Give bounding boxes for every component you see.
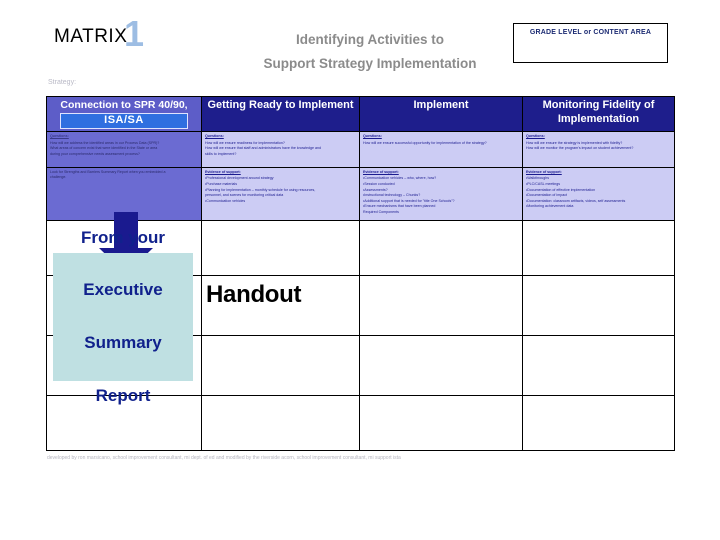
matrix-blank-cell[interactable] xyxy=(359,394,523,451)
questions-heading-4: Questions: xyxy=(526,133,545,138)
matrix-blank-cell[interactable] xyxy=(522,219,675,276)
matrix-word-label: MATRIX xyxy=(54,26,128,47)
callout-line-3: Summary xyxy=(84,333,162,353)
questions-heading-3: Questions: xyxy=(363,133,382,138)
evidence-line: •Communication vehicles xyxy=(205,198,246,203)
evidence-line: challenge. xyxy=(50,175,67,180)
footer-credit: developed by ron marsicano, school impro… xyxy=(47,455,401,461)
matrix-blank-cell[interactable] xyxy=(359,274,523,336)
matrix-header-4-line1: Monitoring Fidelity of xyxy=(542,99,655,111)
matrix-header-2-line1: Getting Ready to Implement xyxy=(207,99,354,111)
matrix-blank-cell[interactable] xyxy=(201,394,360,451)
matrix-header-cell-2: Getting Ready to Implement xyxy=(201,96,360,132)
matrix-blank-cell[interactable] xyxy=(359,334,523,396)
matrix-blank-cell[interactable] xyxy=(201,219,360,276)
questions-cell-3: Questions: How will we ensure successful… xyxy=(359,130,523,168)
evidence-line: •Monitoring achievement data xyxy=(526,204,574,209)
page-title-line2: Support Strategy Implementation xyxy=(263,55,477,71)
evidence-cell-3: Evidence of support: •Communication vehi… xyxy=(359,166,523,221)
matrix-blank-cell[interactable] xyxy=(359,219,523,276)
matrix-header-cell-4: Monitoring Fidelity of Implementation xyxy=(522,96,675,132)
matrix-blank-cell[interactable] xyxy=(522,274,675,336)
executive-summary-callout-text: From your Executive Summary Report xyxy=(81,225,165,409)
page-title: Identifying Activities to Support Strate… xyxy=(200,28,540,75)
isa-sa-chip: ISA/SA xyxy=(60,113,188,129)
matrix-header-4-line2: Implementation xyxy=(557,112,640,125)
evidence-heading-4: Evidence of support: xyxy=(526,169,562,174)
matrix-header-3-line1: Implement xyxy=(413,99,469,111)
questions-cell-4: Questions: How will we ensure the strate… xyxy=(522,130,675,168)
questions-cell-1: Questions: How will we address the ident… xyxy=(46,130,202,168)
questions-heading-1: Questions: xyxy=(50,133,69,138)
matrix-questions-row: Questions: How will we address the ident… xyxy=(46,130,675,168)
callout-line-2: Executive xyxy=(83,280,163,300)
grade-level-box[interactable]: GRADE LEVEL or CONTENT AREA xyxy=(513,23,668,63)
matrix-blank-cell[interactable] xyxy=(522,334,675,396)
executive-summary-callout: From your Executive Summary Report xyxy=(53,228,193,405)
questions-cell-2: Questions: How will we ensure readiness … xyxy=(201,130,360,168)
matrix-header-1-line1: Connection to SPR 40/90, xyxy=(60,99,188,111)
matrix-header-cell-3: Implement xyxy=(359,96,523,132)
matrix-header-row: Connection to SPR 40/90, ISA/SA Getting … xyxy=(46,96,675,132)
evidence-heading-2: Evidence of support: xyxy=(205,169,241,174)
questions-line: How will we monitor the program's impact… xyxy=(526,146,634,151)
evidence-heading-3: Evidence of support: xyxy=(363,169,399,174)
matrix-blank-cell[interactable] xyxy=(201,334,360,396)
slide-canvas: MATRIX 1 Identifying Activities to Suppo… xyxy=(0,0,720,540)
callout-line-1: From your xyxy=(80,227,166,247)
evidence-line: Required Components xyxy=(363,209,399,214)
questions-heading-2: Questions: xyxy=(205,133,224,138)
questions-line: during your comprehensive needs assessme… xyxy=(50,152,140,157)
matrix-header-cell-1: Connection to SPR 40/90, ISA/SA xyxy=(46,96,202,132)
handout-label: Handout xyxy=(206,281,302,308)
questions-line: skills to implement? xyxy=(205,152,237,157)
page-title-line1: Identifying Activities to xyxy=(295,32,444,47)
grade-level-label: GRADE LEVEL or CONTENT AREA xyxy=(529,29,652,36)
strategy-label: Strategy: xyxy=(48,79,77,86)
evidence-cell-2: Evidence of support: •Professional devel… xyxy=(201,166,360,221)
matrix-number-label: 1 xyxy=(124,13,145,54)
evidence-cell-4: Evidence of support: •Walkthroughs •PLC/… xyxy=(522,166,675,221)
questions-line: How will we ensure successful opportunit… xyxy=(363,140,487,145)
callout-line-4: Report xyxy=(95,385,151,405)
matrix-blank-cell[interactable] xyxy=(522,394,675,451)
